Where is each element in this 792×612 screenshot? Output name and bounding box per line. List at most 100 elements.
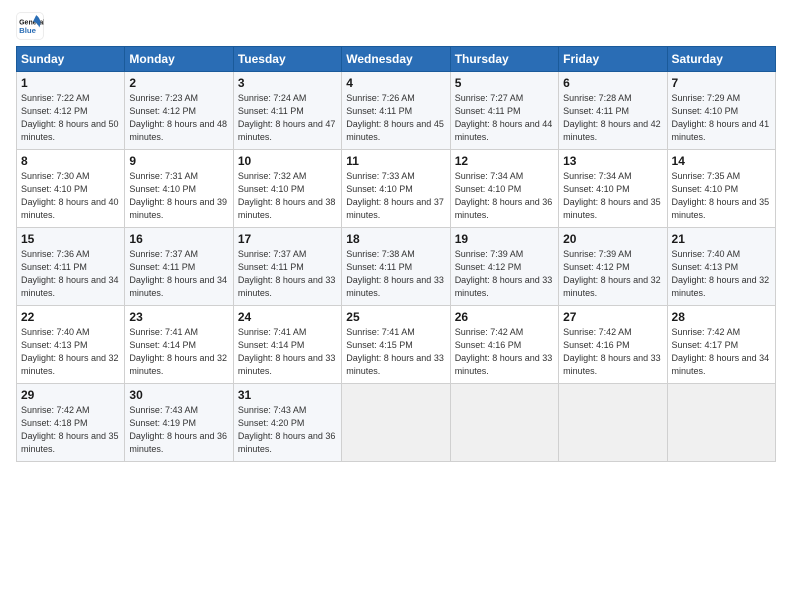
col-header-sunday: Sunday [17, 47, 125, 72]
day-number: 27 [563, 310, 662, 324]
day-info: Sunrise: 7:27 AMSunset: 4:11 PMDaylight:… [455, 92, 554, 144]
calendar-week-3: 15Sunrise: 7:36 AMSunset: 4:11 PMDayligh… [17, 228, 776, 306]
day-info: Sunrise: 7:31 AMSunset: 4:10 PMDaylight:… [129, 170, 228, 222]
day-info: Sunrise: 7:38 AMSunset: 4:11 PMDaylight:… [346, 248, 445, 300]
calendar-cell: 23Sunrise: 7:41 AMSunset: 4:14 PMDayligh… [125, 306, 233, 384]
calendar-cell: 30Sunrise: 7:43 AMSunset: 4:19 PMDayligh… [125, 384, 233, 462]
day-info: Sunrise: 7:40 AMSunset: 4:13 PMDaylight:… [21, 326, 120, 378]
calendar-cell: 15Sunrise: 7:36 AMSunset: 4:11 PMDayligh… [17, 228, 125, 306]
calendar-cell: 2 Sunrise: 7:23 AMSunset: 4:12 PMDaylight… [125, 72, 233, 150]
calendar-week-1: 1 Sunrise: 7:22 AMSunset: 4:12 PMDaylight… [17, 72, 776, 150]
day-info: Sunrise: 7:37 AMSunset: 4:11 PMDaylight:… [129, 248, 228, 300]
calendar-cell: 12 Sunrise: 7:34 AMSunset: 4:10 PMDayligh… [450, 150, 558, 228]
header-row: General Blue [16, 12, 776, 40]
day-number: 26 [455, 310, 554, 324]
col-header-tuesday: Tuesday [233, 47, 341, 72]
day-info: Sunrise: 7:39 AMSunset: 4:12 PMDaylight:… [455, 248, 554, 300]
day-info: Sunrise: 7:39 AMSunset: 4:12 PMDaylight:… [563, 248, 662, 300]
day-number: 11 [346, 154, 445, 168]
col-header-wednesday: Wednesday [342, 47, 450, 72]
day-number: 12 [455, 154, 554, 168]
day-number: 25 [346, 310, 445, 324]
calendar-cell: 18 Sunrise: 7:38 AMSunset: 4:11 PMDayligh… [342, 228, 450, 306]
calendar-cell: 19Sunrise: 7:39 AMSunset: 4:12 PMDayligh… [450, 228, 558, 306]
calendar-week-4: 22 Sunrise: 7:40 AMSunset: 4:13 PMDayligh… [17, 306, 776, 384]
day-info: Sunrise: 7:40 AMSunset: 4:13 PMDaylight:… [672, 248, 771, 300]
logo: General Blue [16, 12, 44, 40]
calendar-cell: 29 Sunrise: 7:42 AMSunset: 4:18 PMDayligh… [17, 384, 125, 462]
day-info: Sunrise: 7:42 AMSunset: 4:16 PMDaylight:… [455, 326, 554, 378]
col-header-monday: Monday [125, 47, 233, 72]
day-number: 16 [129, 232, 228, 246]
day-number: 5 [455, 76, 554, 90]
day-number: 17 [238, 232, 337, 246]
day-number: 13 [563, 154, 662, 168]
day-info: Sunrise: 7:42 AMSunset: 4:17 PMDaylight:… [672, 326, 771, 378]
day-info: Sunrise: 7:22 AMSunset: 4:12 PMDaylight:… [21, 92, 120, 144]
day-info: Sunrise: 7:43 AMSunset: 4:19 PMDaylight:… [129, 404, 228, 456]
calendar-cell: 20Sunrise: 7:39 AMSunset: 4:12 PMDayligh… [559, 228, 667, 306]
calendar-cell: 28 Sunrise: 7:42 AMSunset: 4:17 PMDayligh… [667, 306, 775, 384]
day-info: Sunrise: 7:28 AMSunset: 4:11 PMDaylight:… [563, 92, 662, 144]
calendar-cell: 21 Sunrise: 7:40 AMSunset: 4:13 PMDayligh… [667, 228, 775, 306]
calendar-cell: 6 Sunrise: 7:28 AMSunset: 4:11 PMDaylight… [559, 72, 667, 150]
day-info: Sunrise: 7:26 AMSunset: 4:11 PMDaylight:… [346, 92, 445, 144]
calendar-header: SundayMondayTuesdayWednesdayThursdayFrid… [17, 47, 776, 72]
day-number: 3 [238, 76, 337, 90]
day-number: 10 [238, 154, 337, 168]
day-number: 21 [672, 232, 771, 246]
day-info: Sunrise: 7:35 AMSunset: 4:10 PMDaylight:… [672, 170, 771, 222]
calendar-cell: 16 Sunrise: 7:37 AMSunset: 4:11 PMDayligh… [125, 228, 233, 306]
day-number: 29 [21, 388, 120, 402]
calendar-week-5: 29 Sunrise: 7:42 AMSunset: 4:18 PMDayligh… [17, 384, 776, 462]
calendar-cell: 26 Sunrise: 7:42 AMSunset: 4:16 PMDayligh… [450, 306, 558, 384]
day-number: 24 [238, 310, 337, 324]
day-number: 6 [563, 76, 662, 90]
calendar-cell: 7 Sunrise: 7:29 AMSunset: 4:10 PMDaylight… [667, 72, 775, 150]
day-info: Sunrise: 7:34 AMSunset: 4:10 PMDaylight:… [455, 170, 554, 222]
calendar-cell: 3 Sunrise: 7:24 AMSunset: 4:11 PMDaylight… [233, 72, 341, 150]
calendar-cell: 13 Sunrise: 7:34 AMSunset: 4:10 PMDayligh… [559, 150, 667, 228]
calendar-cell: 10Sunrise: 7:32 AMSunset: 4:10 PMDayligh… [233, 150, 341, 228]
day-info: Sunrise: 7:42 AMSunset: 4:16 PMDaylight:… [563, 326, 662, 378]
day-number: 22 [21, 310, 120, 324]
day-number: 2 [129, 76, 228, 90]
day-info: Sunrise: 7:30 AMSunset: 4:10 PMDaylight:… [21, 170, 120, 222]
calendar-cell: 4 Sunrise: 7:26 AMSunset: 4:11 PMDaylight… [342, 72, 450, 150]
calendar-cell: 1 Sunrise: 7:22 AMSunset: 4:12 PMDaylight… [17, 72, 125, 150]
day-number: 28 [672, 310, 771, 324]
calendar-week-2: 8 Sunrise: 7:30 AMSunset: 4:10 PMDaylight… [17, 150, 776, 228]
day-number: 18 [346, 232, 445, 246]
day-info: Sunrise: 7:42 AMSunset: 4:18 PMDaylight:… [21, 404, 120, 456]
logo-icon: General Blue [16, 12, 44, 40]
calendar-cell [559, 384, 667, 462]
svg-text:Blue: Blue [19, 26, 37, 35]
day-number: 23 [129, 310, 228, 324]
calendar-body: 1 Sunrise: 7:22 AMSunset: 4:12 PMDaylight… [17, 72, 776, 462]
day-number: 7 [672, 76, 771, 90]
calendar-cell: 17 Sunrise: 7:37 AMSunset: 4:11 PMDayligh… [233, 228, 341, 306]
calendar-cell: 27 Sunrise: 7:42 AMSunset: 4:16 PMDayligh… [559, 306, 667, 384]
day-info: Sunrise: 7:36 AMSunset: 4:11 PMDaylight:… [21, 248, 120, 300]
day-number: 9 [129, 154, 228, 168]
day-info: Sunrise: 7:23 AMSunset: 4:12 PMDaylight:… [129, 92, 228, 144]
calendar-cell: 5 Sunrise: 7:27 AMSunset: 4:11 PMDaylight… [450, 72, 558, 150]
day-info: Sunrise: 7:33 AMSunset: 4:10 PMDaylight:… [346, 170, 445, 222]
col-header-friday: Friday [559, 47, 667, 72]
calendar-cell [450, 384, 558, 462]
calendar-cell: 24Sunrise: 7:41 AMSunset: 4:14 PMDayligh… [233, 306, 341, 384]
calendar-cell: 31Sunrise: 7:43 AMSunset: 4:20 PMDayligh… [233, 384, 341, 462]
col-header-thursday: Thursday [450, 47, 558, 72]
day-number: 8 [21, 154, 120, 168]
day-info: Sunrise: 7:24 AMSunset: 4:11 PMDaylight:… [238, 92, 337, 144]
day-number: 14 [672, 154, 771, 168]
day-number: 4 [346, 76, 445, 90]
calendar-table: SundayMondayTuesdayWednesdayThursdayFrid… [16, 46, 776, 462]
day-number: 1 [21, 76, 120, 90]
day-info: Sunrise: 7:43 AMSunset: 4:20 PMDaylight:… [238, 404, 337, 456]
day-info: Sunrise: 7:41 AMSunset: 4:15 PMDaylight:… [346, 326, 445, 378]
calendar-cell: 9 Sunrise: 7:31 AMSunset: 4:10 PMDaylight… [125, 150, 233, 228]
day-info: Sunrise: 7:34 AMSunset: 4:10 PMDaylight:… [563, 170, 662, 222]
day-info: Sunrise: 7:37 AMSunset: 4:11 PMDaylight:… [238, 248, 337, 300]
day-info: Sunrise: 7:29 AMSunset: 4:10 PMDaylight:… [672, 92, 771, 144]
